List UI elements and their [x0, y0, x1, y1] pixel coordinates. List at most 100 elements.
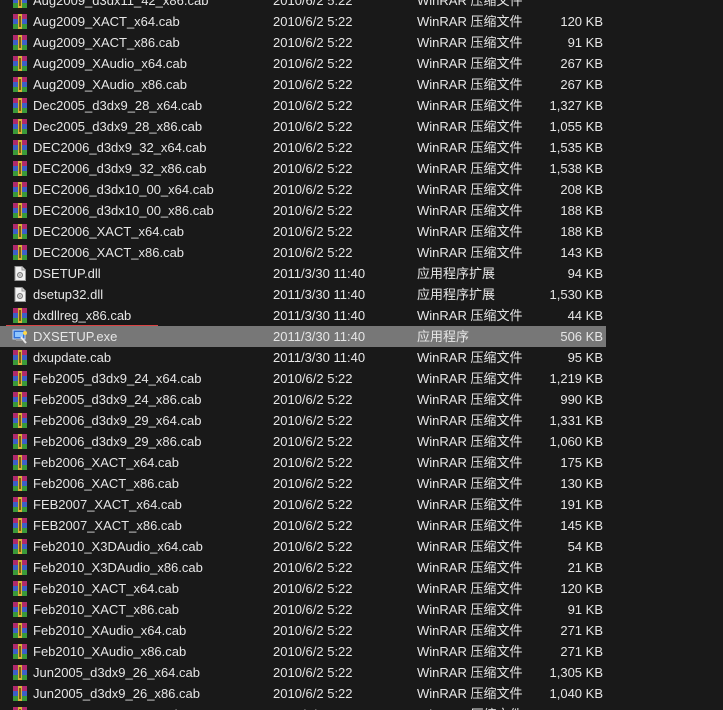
file-name: Feb2005_d3dx9_24_x86.cab	[33, 392, 202, 407]
file-row[interactable]: DSETUP.dll 2011/3/30 11:40 应用程序扩展 94 KB	[0, 263, 606, 284]
file-size: 267 KB	[560, 77, 603, 92]
file-type: WinRAR 压缩文件	[417, 560, 523, 575]
file-name: Aug2009_d3dx11_42_x86.cab	[33, 0, 209, 8]
file-row[interactable]: dxdllreg_x86.cab 2011/3/30 11:40 WinRAR 压缩…	[0, 305, 606, 326]
file-size: 94 KB	[567, 266, 603, 281]
file-type: 应用程序扩展	[417, 287, 496, 302]
file-row[interactable]: dxupdate.cab 2011/3/30 11:40 WinRAR 压缩文件 95…	[0, 347, 606, 368]
file-size: 91 KB	[567, 602, 603, 617]
file-row[interactable]: DEC2006_d3dx9_32_x86.cab 2010/6/2 5:22 Win…	[0, 158, 606, 179]
file-row[interactable]: Aug2009_XACT_x64.cab 2010/6/2 5:22 WinRAR …	[0, 11, 606, 32]
file-date: 2010/6/2 5:22	[273, 602, 353, 617]
winrar-archive-icon	[12, 623, 28, 638]
file-type: WinRAR 压缩文件	[417, 581, 523, 596]
file-row[interactable]: Dec2005_d3dx9_28_x86.cab 2010/6/2 5:22 Win…	[0, 116, 606, 137]
file-name: Aug2009_XAudio_x64.cab	[33, 56, 187, 71]
file-size: 177 KB	[540, 704, 603, 710]
file-name: Feb2010_XAudio_x64.cab	[33, 623, 187, 638]
file-row[interactable]: DEC2006_d3dx10_00_x86.cab 2010/6/2 5:22 Wi…	[0, 200, 606, 221]
file-type: WinRAR 压缩文件	[417, 245, 523, 260]
file-row[interactable]: Feb2005_d3dx9_24_x64.cab 2010/6/2 5:22 Win…	[0, 368, 606, 389]
file-date: 2011/3/30 11:40	[273, 329, 366, 344]
file-type: WinRAR 压缩文件	[417, 644, 523, 659]
file-date: 2010/6/2 5:22	[273, 203, 353, 218]
file-row[interactable]: FEB2007_XACT_x86.cab 2010/6/2 5:22 WinRAR …	[0, 515, 606, 536]
file-row[interactable]: Feb2010_X3DAudio_x86.cab 2010/6/2 5:22 Win…	[0, 557, 606, 578]
file-row[interactable]: Jun2005_d3dx9_26_x64.cab 2010/6/2 5:22 Win…	[0, 662, 606, 683]
file-type: WinRAR 压缩文件	[417, 308, 523, 323]
file-row[interactable]: Feb2006_d3dx9_29_x64.cab 2010/6/2 5:22 Win…	[0, 410, 606, 431]
file-row[interactable]: FEB2007_XACT_x64.cab 2010/6/2 5:22 WinRAR …	[0, 494, 606, 515]
file-type: WinRAR 压缩文件	[417, 665, 523, 680]
file-row[interactable]: Feb2006_XACT_x64.cab 2010/6/2 5:22 WinRAR …	[0, 452, 606, 473]
file-row[interactable]: Feb2010_XACT_x64.cab 2010/6/2 5:22 WinRAR …	[0, 578, 606, 599]
file-row[interactable]: DEC2006_XACT_x64.cab 2010/6/2 5:22 WinRAR …	[0, 221, 606, 242]
file-row[interactable]: Feb2010_XAudio_x86.cab 2010/6/2 5:22 WinRA…	[0, 641, 606, 662]
file-size: 95 KB	[567, 350, 603, 365]
file-date: 2010/6/2 5:22	[273, 560, 353, 575]
file-row[interactable]: DEC2006_XACT_x86.cab 2010/6/2 5:22 WinRAR …	[0, 242, 606, 263]
file-date: 2011/3/30 11:40	[273, 350, 366, 365]
file-date: 2010/6/2 5:22	[273, 686, 353, 701]
file-row[interactable]: Aug2009_XAudio_x64.cab 2010/6/2 5:22 WinRA…	[0, 53, 606, 74]
file-name: DEC2006_d3dx10_00_x86.cab	[33, 203, 214, 218]
file-type: WinRAR 压缩文件	[417, 434, 523, 449]
file-size: 271 KB	[560, 644, 603, 659]
file-row[interactable]: Feb2005_d3dx9_24_x86.cab 2010/6/2 5:22 Win…	[0, 389, 606, 410]
file-row[interactable]: Feb2006_XACT_x86.cab 2010/6/2 5:22 WinRAR …	[0, 473, 606, 494]
file-size: 175 KB	[560, 455, 603, 470]
file-row[interactable]: Feb2010_X3DAudio_x64.cab 2010/6/2 5:22 Win…	[0, 536, 606, 557]
file-name: Feb2010_XACT_x86.cab	[33, 602, 179, 617]
winrar-archive-icon	[12, 140, 28, 155]
file-type: WinRAR 压缩文件	[417, 413, 523, 428]
file-size: 188 KB	[560, 224, 603, 239]
file-date: 2010/6/2 5:22	[273, 35, 353, 50]
winrar-archive-icon	[12, 77, 28, 92]
file-row[interactable]: Aug2009_XAudio_x86.cab 2010/6/2 5:22 WinRA…	[0, 74, 606, 95]
file-row[interactable]: DXSETUP.exe 2011/3/30 11:40 应用程序 506 KB	[0, 326, 606, 347]
exe-setup-icon	[12, 329, 28, 344]
winrar-archive-icon	[12, 161, 28, 176]
file-date: 2010/6/2 5:22	[273, 644, 353, 659]
file-row[interactable]: dsetup32.dll 2011/3/30 11:40 应用程序扩展 1,530 K…	[0, 284, 606, 305]
file-row[interactable]: JUN2006_XACT_x64.cab 2010/6/2 5:22 WinRAR …	[0, 704, 606, 710]
file-row[interactable]: DEC2006_d3dx9_32_x64.cab 2010/6/2 5:22 Win…	[0, 137, 606, 158]
file-date: 2010/6/2 5:22	[273, 392, 353, 407]
file-list: Aug2009_d3dx11_42_x86.cab 2010/6/2 5:22 Wi…	[0, 0, 723, 710]
file-row[interactable]: Feb2010_XACT_x86.cab 2010/6/2 5:22 WinRAR …	[0, 599, 606, 620]
file-name: Feb2010_XAudio_x86.cab	[33, 644, 187, 659]
file-name: JUN2006_XACT_x64.cab	[33, 704, 182, 710]
file-row[interactable]: DEC2006_d3dx10_00_x64.cab 2010/6/2 5:22 Wi…	[0, 179, 606, 200]
file-name: dsetup32.dll	[33, 287, 104, 302]
file-type: WinRAR 压缩文件	[417, 602, 523, 617]
winrar-archive-icon	[12, 497, 28, 512]
file-row[interactable]: Feb2010_XAudio_x64.cab 2010/6/2 5:22 WinRA…	[0, 620, 606, 641]
file-size: 143 KB	[560, 245, 603, 260]
winrar-archive-icon	[12, 98, 28, 113]
file-type: WinRAR 压缩文件	[417, 14, 523, 29]
file-size: 208 KB	[560, 182, 603, 197]
file-type: WinRAR 压缩文件	[417, 56, 523, 71]
file-type: 应用程序扩展	[417, 266, 496, 281]
winrar-archive-icon	[12, 392, 28, 407]
file-name: Feb2010_X3DAudio_x64.cab	[33, 539, 203, 554]
file-size: 1,535 KB	[549, 140, 604, 155]
winrar-archive-icon	[12, 434, 28, 449]
file-name: Feb2006_XACT_x64.cab	[33, 455, 179, 470]
file-row[interactable]: Jun2005_d3dx9_26_x86.cab 2010/6/2 5:22 Win…	[0, 683, 606, 704]
file-size: 120 KB	[560, 581, 603, 596]
file-date: 2010/6/2 5:22	[273, 413, 353, 428]
file-name: FEB2007_XACT_x86.cab	[33, 518, 182, 533]
file-name: dxupdate.cab	[33, 350, 112, 365]
file-size: 1,219 KB	[549, 371, 604, 386]
file-type: WinRAR 压缩文件	[417, 77, 523, 92]
file-name: dxdllreg_x86.cab	[33, 308, 132, 323]
file-row[interactable]: Dec2005_d3dx9_28_x64.cab 2010/6/2 5:22 Win…	[0, 95, 606, 116]
file-row[interactable]: Aug2009_XACT_x86.cab 2010/6/2 5:22 WinRAR …	[0, 32, 606, 53]
file-date: 2010/6/2 5:22	[273, 182, 353, 197]
file-name: DSETUP.dll	[33, 266, 101, 281]
file-date: 2010/6/2 5:22	[273, 98, 353, 113]
file-row[interactable]: Aug2009_d3dx11_42_x86.cab 2010/6/2 5:22 Wi…	[0, 0, 606, 11]
file-row[interactable]: Feb2006_d3dx9_29_x86.cab 2010/6/2 5:22 Win…	[0, 431, 606, 452]
winrar-archive-icon	[12, 35, 28, 50]
